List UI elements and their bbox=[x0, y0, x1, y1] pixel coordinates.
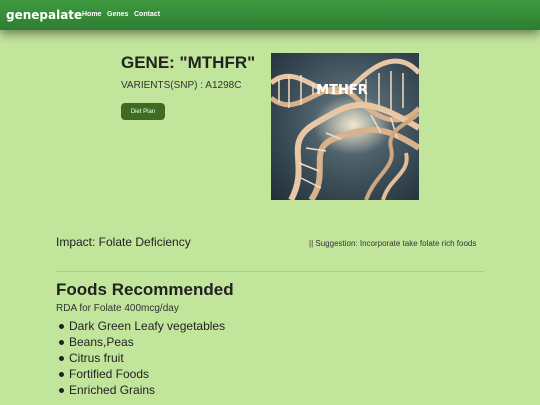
top-navbar: genepalate Home Genes Contact bbox=[0, 0, 540, 30]
impact-text: Impact: Folate Deficiency bbox=[56, 235, 191, 249]
variants-text: VARIENTS(SNP) : A1298C bbox=[121, 80, 242, 91]
section-divider bbox=[56, 271, 484, 272]
nav-link-home[interactable]: Home bbox=[82, 11, 101, 18]
nav-link-genes[interactable]: Genes bbox=[107, 11, 128, 18]
dna-helix-illustration: MTHFR bbox=[271, 53, 419, 200]
food-list-item: Citrus fruit bbox=[56, 350, 225, 366]
suggestion-text: || Suggestion: Incorporate take folate r… bbox=[309, 239, 477, 248]
nav-link-contact[interactable]: Contact bbox=[134, 11, 160, 18]
foods-recommended-heading: Foods Recommended bbox=[56, 280, 234, 299]
diet-plan-button[interactable]: Diet Plan bbox=[121, 103, 165, 120]
gene-title: GENE: "MTHFR" bbox=[121, 53, 256, 72]
food-list-item: Enriched Grains bbox=[56, 382, 225, 398]
brand-logo[interactable]: genepalate bbox=[6, 8, 82, 22]
rda-text: RDA for Folate 400mcg/day bbox=[56, 303, 179, 314]
food-list: Dark Green Leafy vegetables Beans,Peas C… bbox=[56, 318, 225, 398]
image-gene-label: MTHFR bbox=[316, 83, 368, 98]
food-list-item: Fortified Foods bbox=[56, 366, 225, 382]
dna-helix-image: MTHFR bbox=[271, 53, 419, 200]
food-list-item: Beans,Peas bbox=[56, 334, 225, 350]
food-list-item: Dark Green Leafy vegetables bbox=[56, 318, 225, 334]
